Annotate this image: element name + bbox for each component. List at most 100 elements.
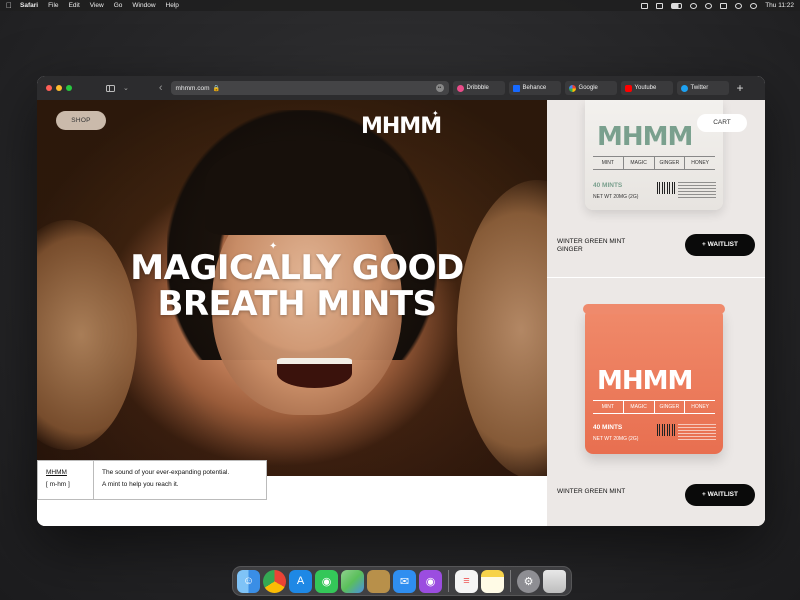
tin-flavor: GINGER [655, 401, 686, 413]
brand-info-box: MHMM [ m-hm ] The sound of your ever-exp… [37, 460, 267, 500]
site-logo[interactable]: MHMM [361, 114, 442, 139]
mail-icon[interactable]: ✉ [393, 569, 416, 593]
messages-icon[interactable]: ◉ [315, 569, 338, 593]
product-tin-image: MHMM MINT MAGIC GINGER HONEY 40 MINTS NE… [583, 304, 725, 454]
tin-flavor-row: MINT MAGIC GINGER HONEY [593, 400, 715, 414]
notes-icon[interactable] [481, 569, 504, 593]
status-area: Thu 11:22 [641, 2, 794, 9]
hero-photo-bangs [205, 140, 410, 235]
barcode-icon [657, 182, 675, 194]
youtube-icon [624, 84, 632, 92]
favorite-dribbble[interactable]: Dribbble [452, 81, 505, 95]
favorite-label: Dribbble [466, 85, 489, 91]
waitlist-button[interactable]: + WAITLIST [685, 234, 755, 256]
reminders-icon[interactable]: ≡ [455, 569, 478, 593]
system-settings-icon[interactable]: ⚙ [517, 569, 540, 593]
finder-icon[interactable]: ☺ [237, 569, 260, 593]
favorite-label: Behance [522, 85, 547, 91]
menu-bar:  Safari File Edit View Go Window Help T… [0, 0, 800, 11]
menu-help[interactable]: Help [166, 2, 179, 9]
cyberduck-icon[interactable] [367, 569, 390, 593]
barcode-icon [657, 424, 675, 436]
cart-button[interactable]: CART [697, 114, 747, 132]
waitlist-button[interactable]: + WAITLIST [685, 484, 755, 506]
dock-separator [510, 570, 511, 592]
clock[interactable]: Thu 11:22 [765, 2, 794, 9]
address-bar[interactable]: mhmm.com 🔒 •• [170, 81, 449, 95]
user-icon[interactable] [735, 2, 743, 9]
battery-icon[interactable] [671, 2, 683, 9]
twitter-icon [680, 84, 688, 92]
apple-menu-icon[interactable]:  [6, 1, 12, 10]
app-store-icon[interactable]: A [289, 569, 312, 593]
siri-icon[interactable] [750, 2, 758, 9]
display-icon[interactable] [656, 2, 664, 9]
menu-app-name[interactable]: Safari [20, 2, 38, 9]
extension-icon[interactable]: •• [435, 84, 444, 92]
shop-button[interactable]: SHOP [56, 111, 106, 130]
tagline-line-1: The sound of your ever-expanding potenti… [102, 469, 230, 476]
favorite-twitter[interactable]: Twitter [676, 81, 729, 95]
tin-count: 40 MINTS [593, 182, 623, 189]
menu-edit[interactable]: Edit [69, 2, 80, 9]
wifi-icon[interactable] [690, 2, 698, 9]
podcasts-icon[interactable]: ◉ [419, 569, 442, 593]
url-text[interactable]: mhmm.com [176, 85, 210, 92]
tin-fine-print [678, 424, 716, 442]
favorite-google[interactable]: Google [564, 81, 617, 95]
tin-logo: MHMM [597, 366, 693, 396]
sidebar-toggle-icon[interactable] [106, 84, 115, 92]
headline-line-2: BREATH MINTS [157, 284, 437, 324]
menu-view[interactable]: View [90, 2, 104, 9]
chevron-down-icon[interactable]: ⌄ [123, 84, 129, 92]
menu-window[interactable]: Window [132, 2, 155, 9]
zoom-button[interactable] [66, 85, 72, 91]
product-name[interactable]: WINTER GREEN MINT GINGER [557, 238, 625, 254]
product-name-line-2: GINGER [557, 246, 583, 253]
hero-image: SHOP MHMM ✦ ✦ MAGICALLY GOOD BREATH MINT… [37, 100, 547, 476]
close-button[interactable] [46, 85, 52, 91]
dribbble-icon [456, 84, 464, 92]
search-icon[interactable] [705, 2, 713, 9]
brand-info-left: MHMM [ m-hm ] [38, 461, 94, 499]
control-center-icon[interactable] [720, 2, 728, 9]
favorite-youtube[interactable]: Youtube [620, 81, 673, 95]
menu-file[interactable]: File [48, 2, 58, 9]
hero-headline: MAGICALLY GOOD BREATH MINTS [117, 250, 477, 322]
sparkle-icon: ✦ [432, 109, 439, 118]
product-card[interactable]: MHMM MINT MAGIC GINGER HONEY 40 MINTS NE… [547, 278, 765, 526]
product-name[interactable]: WINTER GREEN MINT [557, 488, 625, 496]
tin-lid [583, 304, 725, 314]
safari-window: ⌄ ‹ mhmm.com 🔒 •• Dribbble Behance Googl… [37, 76, 765, 526]
maps-icon[interactable] [341, 569, 364, 593]
favorite-label: Youtube [634, 85, 657, 91]
trash-icon[interactable] [543, 569, 566, 593]
screen-mirror-icon[interactable] [641, 2, 649, 9]
tin-flavor: MINT [593, 157, 624, 169]
new-tab-button[interactable]: + [737, 81, 744, 95]
tin-flavor: MAGIC [624, 401, 655, 413]
dock: ☺ A ◉ ✉ ◉ ≡ ⚙ [232, 566, 572, 596]
tin-flavor-row: MINT MAGIC GINGER HONEY [593, 156, 715, 170]
menu-go[interactable]: Go [114, 2, 123, 9]
tin-flavor: MINT [593, 401, 624, 413]
hero-photo-right-face [457, 180, 547, 476]
product-list: MHMM MINT MAGIC GINGER HONEY 40 MINTS NE… [547, 100, 765, 526]
tin-logo: MHMM [597, 122, 693, 152]
hero-photo-smile [277, 358, 352, 388]
tagline-line-2: A mint to help you reach it. [102, 481, 179, 488]
tin-weight: NET WT 20MG (2G) [593, 436, 639, 442]
lock-icon: 🔒 [212, 85, 220, 92]
web-page: SHOP MHMM ✦ ✦ MAGICALLY GOOD BREATH MINT… [37, 100, 765, 526]
product-card[interactable]: MHMM MINT MAGIC GINGER HONEY 40 MINTS NE… [547, 100, 765, 278]
tin-fine-print [678, 182, 716, 200]
brand-name-link[interactable]: MHMM [46, 467, 85, 479]
minimize-button[interactable] [56, 85, 62, 91]
dock-separator [448, 570, 449, 592]
chrome-icon[interactable] [263, 569, 286, 593]
headline-line-1: MAGICALLY GOOD [130, 248, 464, 288]
favorite-label: Twitter [690, 85, 709, 91]
back-button[interactable]: ‹ [159, 82, 163, 94]
product-name-line-1: WINTER GREEN MINT [557, 488, 626, 495]
favorite-behance[interactable]: Behance [508, 81, 561, 95]
